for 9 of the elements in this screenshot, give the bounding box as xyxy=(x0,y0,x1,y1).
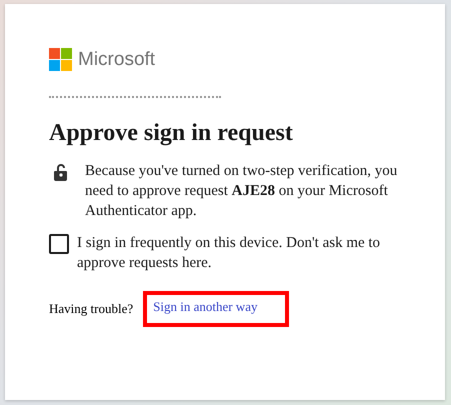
windows-logo-icon xyxy=(49,48,72,71)
verification-message: Because you've turned on two-step verification, you need to approve request AJE28 on your Microsoft Authenticator app. xyxy=(85,162,398,221)
brand-name: Microsoft xyxy=(78,48,156,70)
trouble-text: Having trouble? xyxy=(49,301,134,317)
sign-in-another-way-link[interactable]: Sign in another way xyxy=(143,291,290,327)
page-title: Approve sign in request xyxy=(49,120,294,147)
lock-icon xyxy=(53,163,69,181)
remember-checkbox[interactable] xyxy=(49,234,69,254)
remember-label: I sign in frequently on this device. Don't ask me to approve requests here. xyxy=(77,234,382,273)
